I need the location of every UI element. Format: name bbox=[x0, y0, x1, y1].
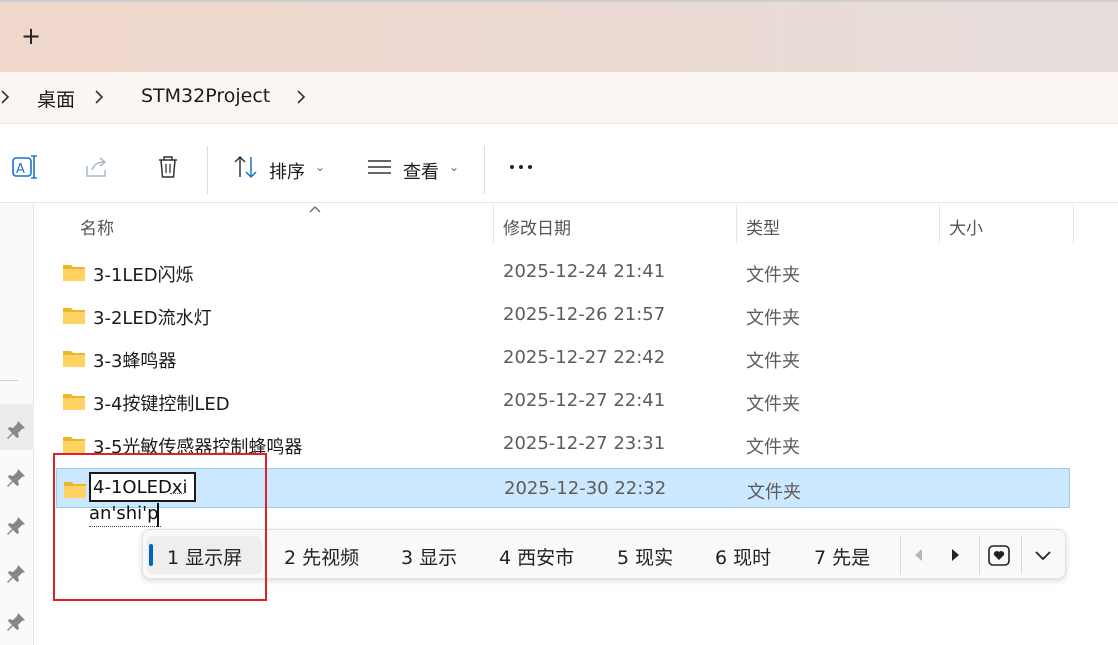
ime-composition-text: an'shi'p bbox=[89, 503, 161, 527]
column-size[interactable]: 大小 bbox=[949, 214, 983, 239]
file-name[interactable]: 3-5光敏传感器控制蜂鸣器 bbox=[93, 433, 302, 459]
column-divider[interactable] bbox=[1073, 204, 1074, 244]
ime-separator bbox=[900, 536, 901, 574]
file-name[interactable]: 3-2LED流水灯 bbox=[93, 304, 212, 330]
file-name[interactable]: 3-1LED闪烁 bbox=[93, 261, 194, 287]
rename-input[interactable]: 4-1OLEDxi bbox=[89, 472, 196, 502]
column-type[interactable]: 类型 bbox=[746, 214, 780, 239]
breadcrumb-item-stm32project[interactable]: STM32Project bbox=[141, 85, 270, 107]
sort-ascending-icon bbox=[309, 206, 321, 213]
file-row[interactable]: 3-2LED流水灯 2025-12-26 21:57 文件夹 bbox=[56, 295, 1070, 335]
nav-divider bbox=[0, 380, 18, 381]
more-icon[interactable] bbox=[507, 152, 537, 182]
file-date: 2025-12-27 22:41 bbox=[503, 390, 666, 411]
chevron-down-icon[interactable]: ⌄ bbox=[315, 160, 325, 174]
rename-icon[interactable]: A bbox=[10, 152, 40, 182]
folder-icon bbox=[64, 482, 86, 498]
folder-icon bbox=[63, 308, 85, 324]
file-date: 2025-12-30 22:32 bbox=[504, 478, 667, 499]
folder-icon bbox=[63, 351, 85, 367]
chevron-right-icon[interactable] bbox=[296, 82, 310, 112]
file-date: 2025-12-26 21:57 bbox=[503, 304, 666, 325]
column-name[interactable]: 名称 bbox=[80, 214, 114, 239]
file-date: 2025-12-27 22:42 bbox=[503, 347, 666, 368]
folder-icon bbox=[63, 394, 85, 410]
ime-candidate-window: 1 显示屏 2 先视频 3 显示 4 西安市 5 现实 6 现时 7 先是 bbox=[142, 529, 1066, 579]
column-header: 名称 修改日期 类型 大小 bbox=[34, 204, 1118, 244]
column-divider[interactable] bbox=[736, 204, 737, 244]
text-caret bbox=[157, 503, 159, 527]
file-date: 2025-12-24 21:41 bbox=[503, 261, 666, 282]
breadcrumb-item-desktop[interactable]: 桌面 bbox=[37, 85, 75, 112]
title-bar: + bbox=[0, 0, 1118, 72]
ime-candidate[interactable]: 3 显示 bbox=[401, 543, 457, 570]
ime-separator bbox=[979, 536, 980, 574]
view-icon[interactable] bbox=[365, 152, 395, 182]
ime-candidate[interactable]: 7 先是 bbox=[814, 543, 870, 570]
delete-icon[interactable] bbox=[153, 152, 183, 182]
file-row[interactable]: 3-1LED闪烁 2025-12-24 21:41 文件夹 bbox=[56, 252, 1070, 292]
navigation-pane[interactable] bbox=[0, 204, 34, 645]
pin-icon[interactable] bbox=[4, 418, 28, 442]
file-name[interactable]: 3-4按键控制LED bbox=[93, 390, 230, 416]
file-type: 文件夹 bbox=[746, 265, 800, 286]
chevron-down-icon[interactable]: ⌄ bbox=[449, 160, 459, 174]
folder-icon bbox=[63, 437, 85, 453]
svg-text:A: A bbox=[16, 162, 25, 177]
column-divider[interactable] bbox=[939, 204, 940, 244]
view-button-label[interactable]: 查看 bbox=[403, 158, 439, 184]
emoji-heart-icon[interactable] bbox=[987, 543, 1011, 567]
file-type: 文件夹 bbox=[746, 308, 800, 329]
chevron-right-icon[interactable] bbox=[94, 82, 108, 112]
file-row[interactable]: 3-4按键控制LED 2025-12-27 22:41 文件夹 bbox=[56, 381, 1070, 421]
ime-candidate[interactable]: 5 现实 bbox=[617, 543, 673, 570]
chevron-down-icon[interactable] bbox=[1031, 543, 1055, 567]
sort-icon[interactable] bbox=[231, 152, 261, 182]
pin-icon[interactable] bbox=[4, 610, 28, 634]
chevron-right-icon[interactable] bbox=[0, 82, 14, 112]
toolbar-separator bbox=[207, 146, 208, 194]
ime-candidate[interactable]: 1 显示屏 bbox=[167, 543, 242, 570]
file-row[interactable]: 3-5光敏传感器控制蜂鸣器 2025-12-27 23:31 文件夹 bbox=[56, 424, 1070, 464]
new-tab-button[interactable]: + bbox=[18, 24, 44, 50]
file-type: 文件夹 bbox=[746, 351, 800, 372]
pin-icon[interactable] bbox=[4, 466, 28, 490]
pin-icon[interactable] bbox=[4, 562, 28, 586]
sort-button-label[interactable]: 排序 bbox=[269, 158, 305, 184]
share-icon[interactable] bbox=[82, 152, 112, 182]
pin-icon[interactable] bbox=[4, 514, 28, 538]
file-row[interactable]: 3-3蜂鸣器 2025-12-27 22:42 文件夹 bbox=[56, 338, 1070, 378]
file-row-selected[interactable]: 2025-12-30 22:32 文件夹 bbox=[56, 468, 1070, 508]
file-date: 2025-12-27 23:31 bbox=[503, 433, 666, 454]
folder-icon bbox=[63, 265, 85, 281]
ime-candidate[interactable]: 6 现时 bbox=[715, 543, 771, 570]
file-name[interactable]: 3-3蜂鸣器 bbox=[93, 347, 176, 373]
column-divider[interactable] bbox=[493, 204, 494, 244]
composition-underline bbox=[170, 493, 184, 494]
column-date-modified[interactable]: 修改日期 bbox=[503, 214, 571, 239]
ime-candidate[interactable]: 2 先视频 bbox=[284, 543, 359, 570]
address-bar[interactable]: 桌面 STM32Project bbox=[0, 72, 1118, 124]
toolbar-separator bbox=[484, 146, 485, 194]
file-type: 文件夹 bbox=[747, 482, 801, 503]
candidate-selection-bar bbox=[149, 544, 153, 566]
file-type: 文件夹 bbox=[746, 437, 800, 458]
command-bar: A 排序 ⌄ 查看 ⌄ bbox=[0, 124, 1118, 203]
ime-separator bbox=[1021, 536, 1022, 574]
previous-page-icon[interactable] bbox=[907, 543, 931, 567]
next-page-icon[interactable] bbox=[943, 543, 967, 567]
ime-candidate[interactable]: 4 西安市 bbox=[499, 543, 574, 570]
file-type: 文件夹 bbox=[746, 394, 800, 415]
